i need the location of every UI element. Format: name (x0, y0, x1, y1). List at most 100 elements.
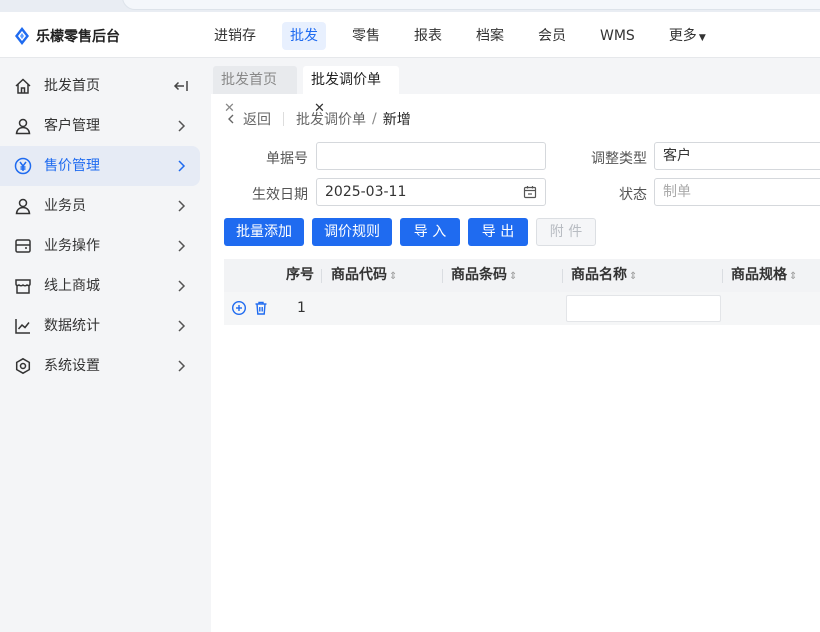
chevron-right-icon (178, 160, 186, 172)
col-label: 商品规格 (731, 267, 787, 283)
home-icon (15, 78, 31, 94)
column-divider (442, 269, 443, 283)
nav-item-retail[interactable]: 零售 (344, 22, 388, 50)
column-divider (562, 269, 563, 283)
sort-icon[interactable]: ⇕ (389, 271, 397, 282)
nav-more-label: 更多 (668, 28, 697, 44)
sidebar-item-settings[interactable]: 系统设置 (0, 346, 200, 386)
effective-date-label: 生效日期 (252, 187, 308, 203)
chevron-right-icon (178, 200, 186, 212)
page-tabs: 批发首页✕ 批发调价单✕ (211, 58, 820, 116)
yen-icon (14, 157, 32, 175)
user-icon (15, 198, 31, 215)
address-bar[interactable] (122, 0, 820, 10)
col-spec[interactable]: 商品规格 ⇕ (731, 259, 797, 292)
batch-add-button[interactable]: 批量添加 (224, 218, 304, 246)
delete-row-icon[interactable] (253, 300, 269, 316)
price-rules-button[interactable]: 调价规则 (312, 218, 392, 246)
status-input[interactable]: 制单 (654, 178, 820, 206)
sort-icon[interactable]: ⇕ (509, 271, 517, 282)
export-button[interactable]: 导 出 (468, 218, 528, 246)
table-row: 1 (224, 292, 820, 325)
sidebar-item-wholesale-home[interactable]: 批发首页 (0, 66, 200, 106)
adjust-type-select[interactable]: 客户 (654, 142, 820, 170)
sidebar-item-salesperson[interactable]: 业务员 (0, 186, 200, 226)
status-label: 状态 (619, 187, 647, 203)
chevron-right-icon (178, 280, 186, 292)
sidebar-item-label: 数据统计 (44, 318, 100, 334)
chevron-right-icon (178, 320, 186, 332)
col-index: 序号 (286, 267, 314, 283)
sidebar-item-label: 客户管理 (44, 118, 100, 134)
sidebar: 批发首页 客户管理 售价管理 业务员 业务操作 线上商城 数据统计 系统设置 (0, 58, 211, 632)
wallet-icon (15, 239, 31, 253)
settings-icon (15, 357, 31, 375)
store-icon (15, 279, 31, 294)
nav-item-inventory[interactable]: 进销存 (206, 22, 264, 50)
app-logo[interactable]: 乐檬零售后台 (14, 26, 120, 46)
doc-no-input[interactable] (316, 142, 546, 170)
nav-item-reports[interactable]: 报表 (406, 22, 450, 50)
sidebar-item-label: 业务操作 (44, 238, 100, 254)
adjust-type-label: 调整类型 (591, 151, 647, 167)
sidebar-item-label: 系统设置 (44, 358, 100, 374)
sidebar-item-customers[interactable]: 客户管理 (0, 106, 200, 146)
sidebar-item-label: 业务员 (44, 198, 86, 214)
chevron-right-icon (178, 240, 186, 252)
browser-strip (0, 0, 820, 12)
collapse-sidebar-icon[interactable] (172, 77, 190, 95)
tab-price-adjustment[interactable]: 批发调价单✕ (303, 66, 399, 116)
sidebar-item-pricing[interactable]: 售价管理 (0, 146, 200, 186)
row-index: 1 (297, 300, 306, 316)
nav-item-wms[interactable]: WMS (592, 22, 643, 50)
add-row-icon[interactable] (231, 300, 247, 316)
sort-icon[interactable]: ⇕ (789, 271, 797, 282)
chevron-right-icon (178, 120, 186, 132)
col-label: 商品代码 (331, 267, 387, 283)
attachment-button[interactable]: 附 件 (536, 218, 596, 246)
table-header: 序号 商品代码 ⇕ 商品条码 ⇕ 商品名称 ⇕ 商品规格 ⇕ (224, 259, 820, 292)
sidebar-item-label: 线上商城 (44, 278, 100, 294)
effective-date-picker[interactable]: 2025-03-11 (316, 178, 546, 206)
sidebar-item-label: 批发首页 (44, 78, 100, 94)
status-placeholder: 制单 (663, 184, 691, 200)
tab-wholesale-home[interactable]: 批发首页✕ (213, 66, 297, 116)
sidebar-item-label: 售价管理 (44, 158, 100, 174)
effective-date-value: 2025-03-11 (325, 184, 407, 200)
breadcrumb-current: 新增 (382, 112, 411, 128)
col-product-name[interactable]: 商品名称 ⇕ (571, 259, 637, 292)
column-divider (722, 269, 723, 283)
calendar-icon[interactable] (523, 185, 537, 199)
breadcrumb: 返回 批发调价单 / 新增 (225, 110, 411, 128)
doc-no-label: 单据号 (266, 151, 308, 167)
nav-item-wholesale[interactable]: 批发 (282, 22, 326, 50)
caret-down-icon: ▼ (698, 33, 706, 43)
nav-item-more[interactable]: 更多 ▼ (661, 22, 714, 50)
import-button[interactable]: 导 入 (400, 218, 460, 246)
col-barcode[interactable]: 商品条码 ⇕ (451, 259, 517, 292)
col-label: 商品名称 (571, 267, 627, 283)
product-name-cell-input[interactable] (566, 295, 721, 322)
col-product-code[interactable]: 商品代码 ⇕ (331, 259, 397, 292)
sidebar-item-operations[interactable]: 业务操作 (0, 226, 200, 266)
chevron-right-icon (178, 360, 186, 372)
logo-icon (15, 27, 29, 45)
tab-label: 批发首页 (221, 72, 277, 88)
breadcrumb-divider (283, 112, 284, 126)
back-link[interactable]: 返回 (243, 109, 271, 129)
nav-item-archive[interactable]: 档案 (468, 22, 512, 50)
breadcrumb-parent[interactable]: 批发调价单 (296, 109, 366, 129)
items-table: 序号 商品代码 ⇕ 商品条码 ⇕ 商品名称 ⇕ 商品规格 ⇕ 1 (224, 259, 820, 325)
col-label: 商品条码 (451, 267, 507, 283)
chart-icon (15, 319, 30, 334)
column-divider (321, 269, 322, 283)
main-content: 批发首页✕ 批发调价单✕ 返回 批发调价单 / 新增 单据号 调整类型 客户 生… (211, 58, 820, 632)
app-title: 乐檬零售后台 (36, 29, 120, 45)
user-icon (15, 118, 31, 135)
sidebar-item-online-store[interactable]: 线上商城 (0, 266, 200, 306)
sort-icon[interactable]: ⇕ (629, 271, 637, 282)
top-bar: 乐檬零售后台 进销存 批发 零售 报表 档案 会员 WMS 更多 ▼ (0, 12, 820, 58)
sidebar-item-statistics[interactable]: 数据统计 (0, 306, 200, 346)
nav-item-members[interactable]: 会员 (530, 22, 574, 50)
chevron-left-icon[interactable] (225, 113, 237, 125)
